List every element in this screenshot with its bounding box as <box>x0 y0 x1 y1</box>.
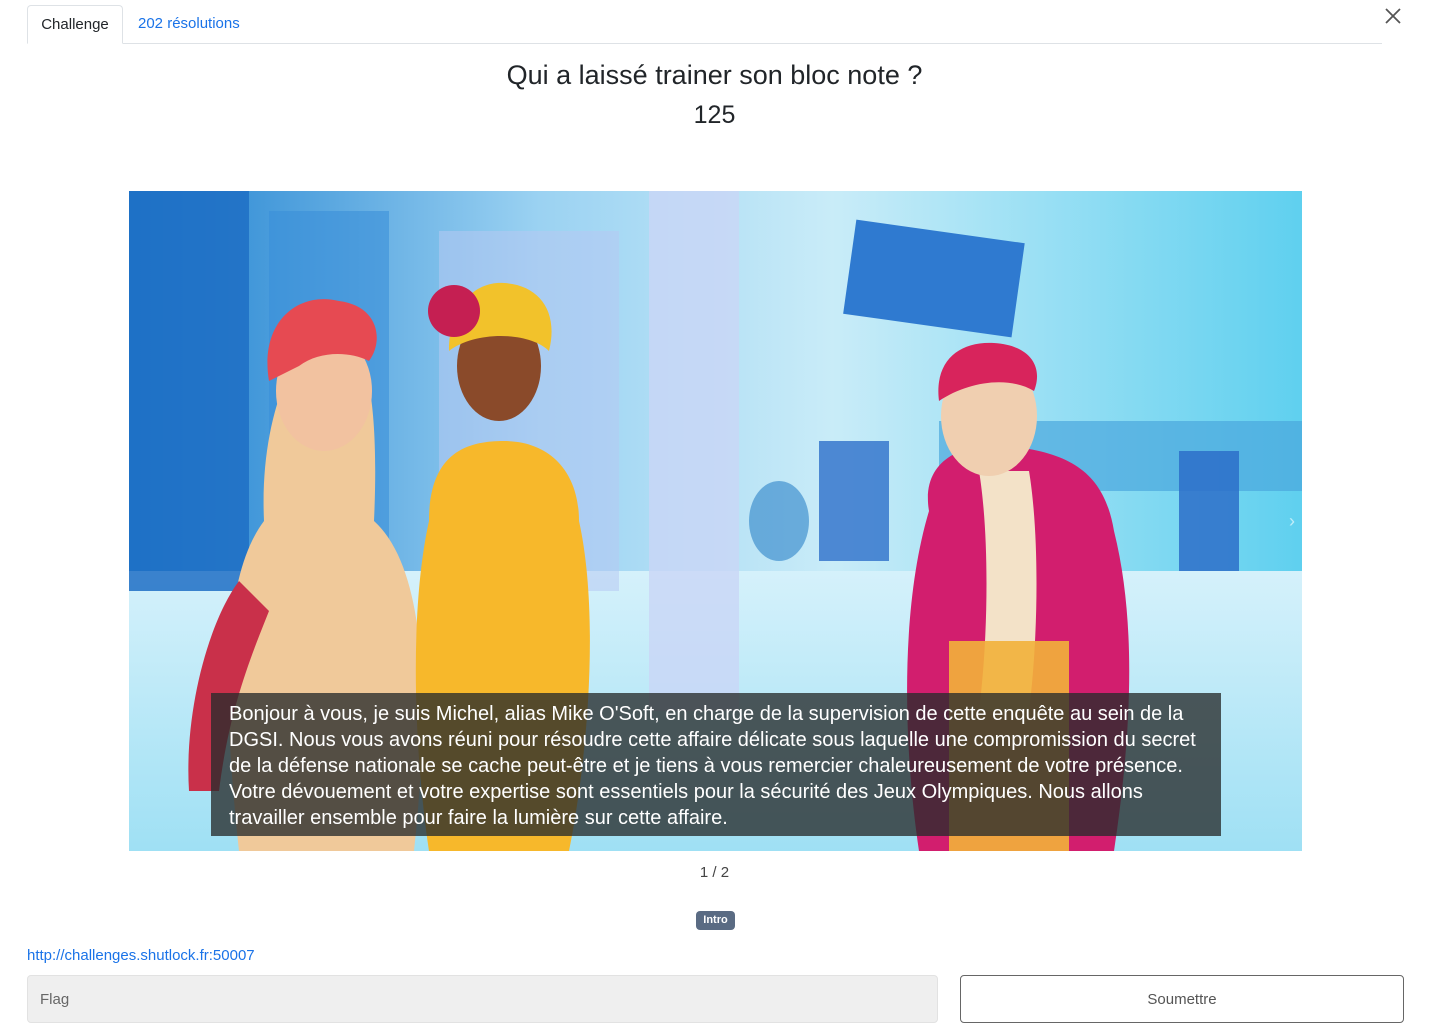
flag-input[interactable] <box>27 975 938 1023</box>
tab-bar: Challenge 202 résolutions <box>27 5 1382 44</box>
category-badge: Intro <box>696 911 735 930</box>
close-icon[interactable] <box>1381 4 1405 28</box>
submit-button[interactable]: Soumettre <box>960 975 1404 1023</box>
chevron-right-icon[interactable]: › <box>1289 511 1295 532</box>
slide-counter: 1 / 2 <box>699 864 730 881</box>
tab-resolutions[interactable]: 202 résolutions <box>138 5 240 44</box>
connection-link[interactable]: http://challenges.shutlock.fr:50007 <box>27 947 255 964</box>
challenge-points: 125 <box>693 101 736 129</box>
story-caption-text: Bonjour à vous, je suis Michel, alias Mi… <box>229 703 1196 829</box>
challenge-title: Qui a laissé trainer son bloc note ? <box>506 60 923 90</box>
story-carousel[interactable]: Bonjour à vous, je suis Michel, alias Mi… <box>129 191 1302 851</box>
tab-challenge[interactable]: Challenge <box>27 5 123 44</box>
story-caption: Bonjour à vous, je suis Michel, alias Mi… <box>211 693 1221 836</box>
